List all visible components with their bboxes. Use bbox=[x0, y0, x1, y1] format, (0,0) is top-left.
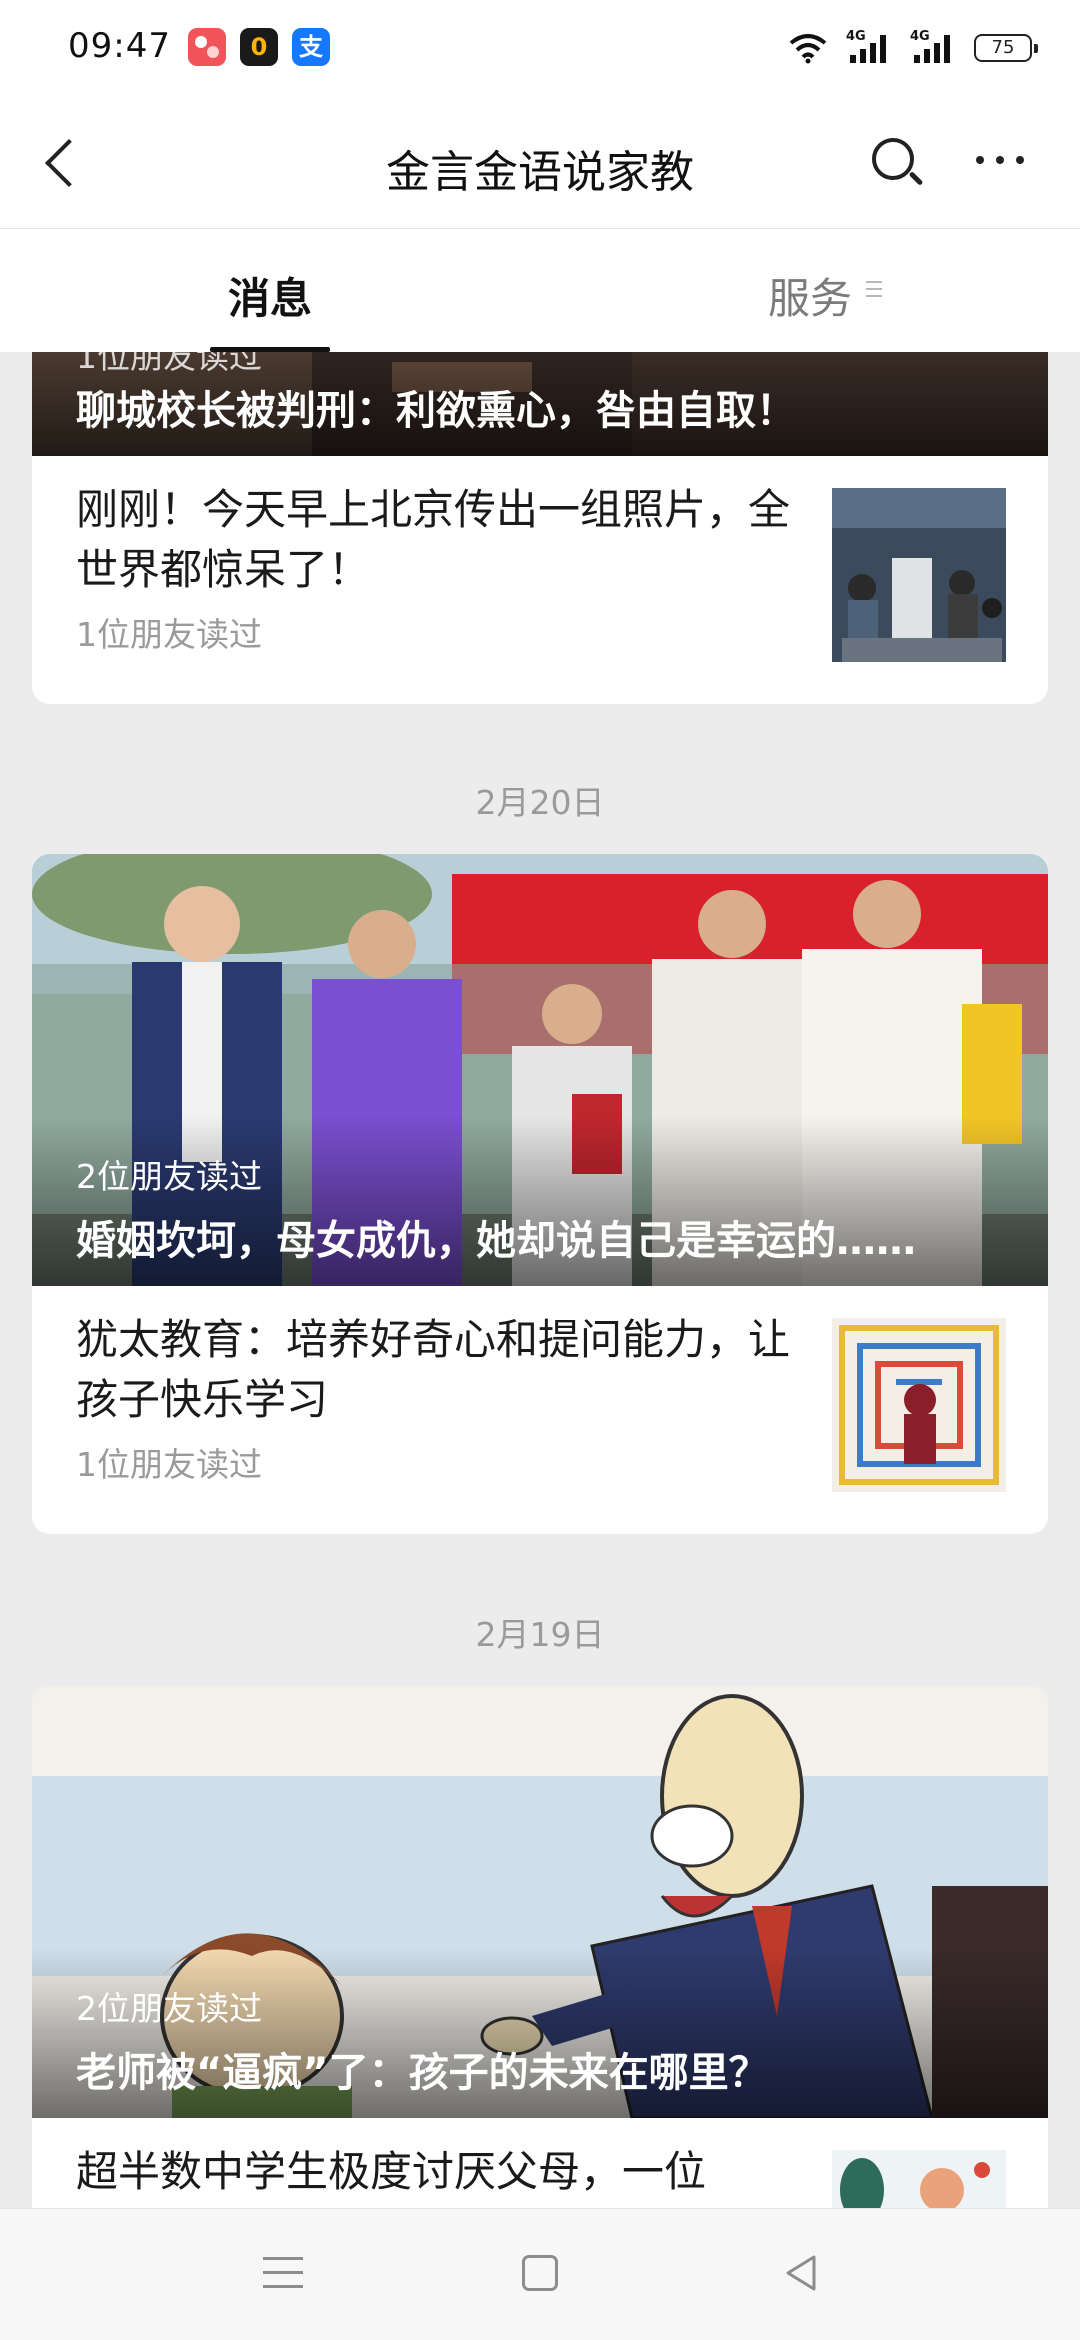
article-read-count: 1位朋友读过 bbox=[76, 615, 262, 654]
date-separator: 2月20日 bbox=[475, 783, 605, 822]
article-title: 犹太教育：培养好奇心和提问能力，让孩子快乐学习 bbox=[76, 1315, 791, 1424]
app-notification-icon: 0 bbox=[240, 28, 278, 66]
cover-title: 婚姻坎坷，母女成仇，她却说自己是幸运的…… bbox=[76, 1218, 916, 1264]
article-card: 1位朋友读过 聊城校长被判刑：利欲熏心，咎由自取！ 刚刚！今天早上北京传出一组照… bbox=[32, 352, 1048, 704]
tab-messages[interactable]: 消息 bbox=[228, 265, 312, 326]
article-card: 2位朋友读过 婚姻坎坷，母女成仇，她却说自己是幸运的…… 犹太教育：培养好奇心和… bbox=[32, 854, 1048, 1534]
more-options-icon[interactable] bbox=[976, 150, 1036, 170]
home-button[interactable] bbox=[522, 2255, 558, 2291]
article-thumbnail bbox=[832, 1318, 1006, 1492]
cover-article[interactable]: 2位朋友读过 婚姻坎坷，母女成仇，她却说自己是幸运的…… bbox=[32, 854, 1048, 1286]
tab-bar: 消息 服务 bbox=[0, 228, 1080, 352]
list-item[interactable]: 刚刚！今天早上北京传出一组照片，全世界都惊呆了！ 1位朋友读过 bbox=[32, 456, 1048, 704]
cover-title: 聊城校长被判刑：利欲熏心，咎由自取！ bbox=[76, 388, 796, 434]
search-icon[interactable] bbox=[866, 134, 926, 194]
wifi-icon bbox=[789, 34, 827, 64]
signal-label: 4G bbox=[846, 29, 866, 44]
cover-read-count: 1位朋友读过 bbox=[76, 352, 262, 376]
article-title: 超半数中学生极度讨厌父母，一位 bbox=[76, 2147, 707, 2196]
alipay-icon: 支 bbox=[292, 28, 330, 66]
article-title: 刚刚！今天早上北京传出一组照片，全世界都惊呆了！ bbox=[76, 485, 791, 594]
cover-article[interactable]: 1位朋友读过 聊城校长被判刑：利欲熏心，咎由自取！ bbox=[32, 352, 1048, 456]
article-card: 2位朋友读过 老师被“逼疯”了：孩子的未来在哪里？ 超半数中学生极度讨厌父母，一… bbox=[32, 1686, 1048, 2246]
date-separator: 2月19日 bbox=[475, 1615, 605, 1654]
status-bar: 09:47 0 支 4G 4G 75 bbox=[0, 0, 1080, 96]
cover-read-count: 2位朋友读过 bbox=[76, 1157, 262, 1196]
system-nav-bar bbox=[0, 2208, 1080, 2340]
app-glyph: 支 bbox=[299, 33, 323, 61]
app-glyph: 0 bbox=[250, 33, 268, 61]
app-notification-icon bbox=[188, 28, 226, 66]
recent-apps-button[interactable] bbox=[263, 2257, 303, 2293]
back-nav-button[interactable] bbox=[782, 2253, 818, 2293]
cell-signal-icon: 4G bbox=[910, 29, 956, 65]
cell-signal-icon: 4G bbox=[846, 29, 892, 65]
menu-icon bbox=[866, 281, 882, 303]
status-indicators: 4G 4G 75 bbox=[788, 28, 1038, 68]
article-read-count: 1位朋友读过 bbox=[76, 1445, 262, 1484]
battery-icon: 75 bbox=[974, 34, 1038, 62]
article-thumbnail bbox=[832, 488, 1006, 662]
tab-services[interactable]: 服务 bbox=[768, 265, 852, 326]
cover-title: 老师被“逼疯”了：孩子的未来在哪里？ bbox=[76, 2050, 769, 2096]
cover-read-count: 2位朋友读过 bbox=[76, 1989, 262, 2028]
signal-label: 4G bbox=[910, 29, 930, 44]
status-time: 09:47 bbox=[68, 26, 171, 66]
cover-article[interactable]: 2位朋友读过 老师被“逼疯”了：孩子的未来在哪里？ bbox=[32, 1686, 1048, 2118]
title-bar: 金言金语说家教 bbox=[0, 96, 1080, 228]
list-item[interactable]: 犹太教育：培养好奇心和提问能力，让孩子快乐学习 1位朋友读过 bbox=[32, 1286, 1048, 1534]
